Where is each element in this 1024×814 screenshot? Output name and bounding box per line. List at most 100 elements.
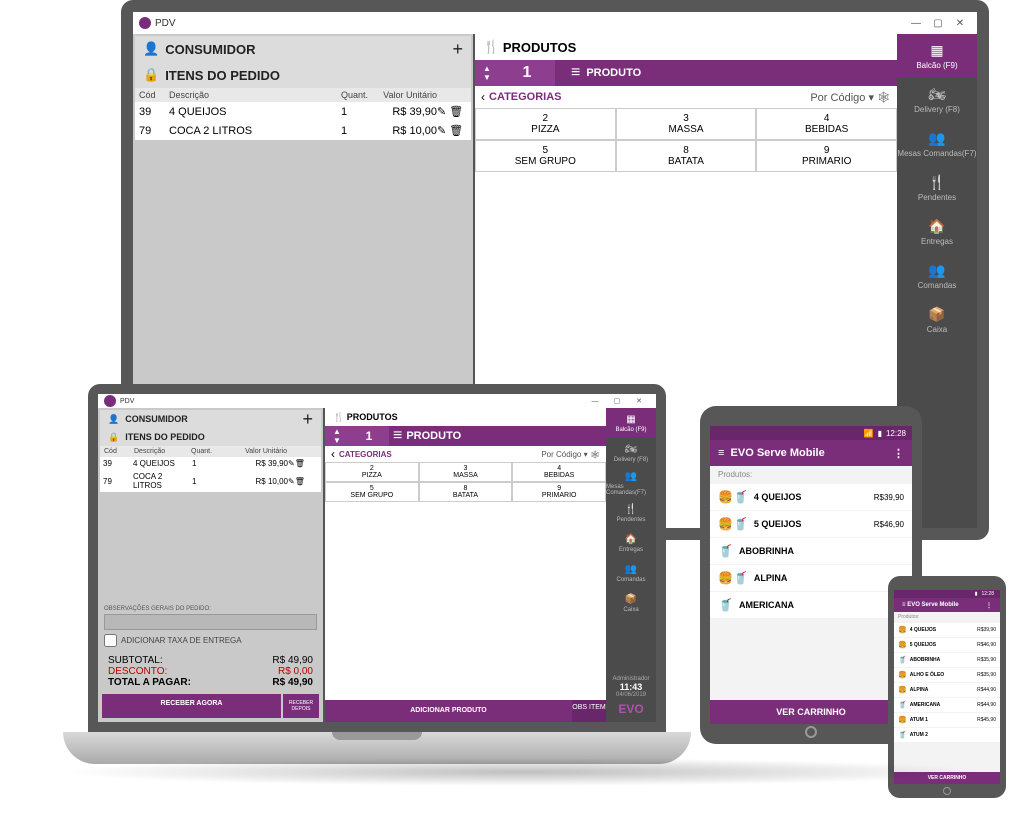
rail-caixa[interactable]: 📦Caixa — [606, 588, 656, 618]
rail-mesas[interactable]: 👥Mesas Comandas(F7) — [897, 122, 977, 166]
rail-entregas[interactable]: 🏠Entregas — [606, 528, 656, 558]
category-cell[interactable]: 3MASSA — [616, 108, 757, 140]
category-cell[interactable]: 9PRIMARIO — [756, 140, 897, 172]
person-icon: 👤 — [108, 414, 119, 425]
product-item[interactable]: 🍔4 QUEIJOSR$39,90 — [894, 623, 1000, 637]
edit-icon[interactable]: ✎ 🗑 — [437, 124, 467, 137]
obs-input[interactable] — [104, 614, 317, 630]
order-item-row[interactable]: 394 QUEIJOS1R$ 39,90✎🗑 — [100, 457, 321, 470]
overflow-icon[interactable]: ⋮ — [893, 447, 904, 460]
category-cell[interactable]: 2PIZZA — [475, 108, 616, 140]
overflow-icon[interactable]: ⋮ — [986, 602, 992, 609]
product-item[interactable]: 🍔🥤5 QUEIJOSR$46,90 — [710, 511, 912, 537]
food-icon: 🍔🥤 — [718, 517, 748, 531]
table-icon: 👥 — [928, 130, 945, 147]
home-button[interactable] — [805, 726, 817, 738]
category-cell[interactable]: 8BATATA — [616, 140, 757, 172]
maximize-button[interactable]: ▢ — [927, 18, 949, 29]
add-product-button[interactable]: ADICIONAR PRODUTO — [325, 700, 572, 722]
food-icon: 🍔🥤 — [718, 490, 748, 504]
category-cell[interactable]: 5SEM GRUPO — [475, 140, 616, 172]
product-item[interactable]: 🍔🥤ALPINA — [710, 565, 912, 591]
edit-icon[interactable]: ✎ 🗑 — [437, 105, 467, 118]
close-button[interactable]: ✕ — [628, 397, 650, 405]
obs-item-button[interactable]: OBS ITEM — [572, 700, 606, 722]
category-cell[interactable]: 2PIZZA — [325, 462, 419, 482]
qty-value[interactable]: 1 — [349, 426, 389, 446]
sort-dropdown[interactable]: Por Código ▾ 🕸 — [541, 450, 600, 459]
hamburger-icon[interactable]: ≡ — [902, 602, 906, 608]
category-cell[interactable]: 4BEBIDAS — [756, 108, 897, 140]
qty-value[interactable]: 1 — [499, 60, 555, 86]
minimize-button[interactable]: — — [905, 18, 927, 29]
category-cell[interactable]: 5SEM GRUPO — [325, 482, 419, 502]
back-button[interactable]: ‹ — [481, 90, 485, 104]
app-icon — [139, 17, 151, 29]
product-input-label: PRODUTO — [586, 67, 641, 79]
status-bar: 📶▮12:28 — [710, 426, 912, 440]
rail-pendentes[interactable]: 🍴Pendentes — [606, 498, 656, 528]
edit-icon[interactable]: ✎🗑 — [288, 459, 318, 468]
rail-delivery[interactable]: 🏍Delivery (F8) — [606, 438, 656, 468]
category-cell[interactable]: 4BEBIDAS — [512, 462, 606, 482]
product-item[interactable]: 🍔ALHO E ÓLEOR$35,90 — [894, 668, 1000, 682]
qty-stepper[interactable]: ▲▼ — [325, 426, 349, 446]
app-icon — [104, 395, 116, 407]
rail-balcao[interactable]: ▦Balcão (F9) — [897, 34, 977, 78]
rail-entregas[interactable]: 🏠Entregas — [897, 210, 977, 254]
rail-pendentes[interactable]: 🍴Pendentes — [897, 166, 977, 210]
rail-caixa[interactable]: 📦Caixa — [897, 298, 977, 342]
rail-comandas[interactable]: 👥Comandas — [606, 558, 656, 588]
hamburger-icon[interactable]: ≡ — [718, 447, 724, 459]
order-item-row[interactable]: 79 COCA 2 LITROS 1 R$ 10,00 ✎ 🗑 — [135, 121, 471, 140]
category-cell[interactable]: 9PRIMARIO — [512, 482, 606, 502]
rail-balcao[interactable]: ▦Balcão (F9) — [606, 408, 656, 438]
add-consumer-button[interactable]: + — [302, 409, 313, 430]
close-button[interactable]: ✕ — [949, 18, 971, 29]
order-item-row[interactable]: 39 4 QUEIJOS 1 R$ 39,90 ✎ 🗑 — [135, 102, 471, 121]
receive-now-button[interactable]: RECEBER AGORA — [102, 694, 281, 718]
product-item[interactable]: 🥤ABOBRINHAR$35,90 — [894, 653, 1000, 667]
product-item[interactable]: 🍔5 QUEIJOSR$46,90 — [894, 638, 1000, 652]
product-item[interactable]: 🥤ABOBRINHA — [710, 538, 912, 564]
receive-later-button[interactable]: RECEBER DEPOIS — [283, 694, 319, 718]
item-cod: 79 — [139, 125, 169, 137]
mobile-title: EVO Serve Mobile — [731, 447, 825, 459]
window-title: PDV — [155, 18, 176, 29]
obs-label: OBSERVAÇÕES GERAIS DO PEDIDO: — [104, 606, 317, 612]
item-price: R$ 10,00 — [377, 125, 437, 137]
category-cell[interactable]: 8BATATA — [419, 482, 513, 502]
utensils-icon: 🍴 — [483, 39, 499, 55]
utensils-icon: 🍴 — [333, 412, 344, 423]
back-button[interactable]: ‹ — [331, 447, 335, 461]
order-item-row[interactable]: 79COCA 2 LITROS1R$ 10,00✎🗑 — [100, 470, 321, 492]
items-title: ITENS DO PEDIDO — [125, 432, 205, 442]
products-title: PRODUTOS — [503, 40, 576, 55]
minimize-button[interactable]: — — [584, 398, 606, 405]
product-item[interactable]: 🍔ALPINAR$44,90 — [894, 683, 1000, 697]
sort-dropdown[interactable]: Por Código ▾ 🕸 — [810, 91, 891, 104]
utensils-icon: 🍴 — [928, 174, 945, 191]
product-item[interactable]: 🍔🥤4 QUEIJOSR$39,90 — [710, 484, 912, 510]
drink-icon: 🥤 — [718, 544, 733, 558]
tax-checkbox[interactable] — [104, 634, 117, 647]
item-qty: 1 — [341, 106, 377, 118]
view-cart-button[interactable]: VER CARRINHO — [710, 700, 912, 724]
rail-delivery[interactable]: 🏍Delivery (F8) — [897, 78, 977, 122]
category-cell[interactable]: 3MASSA — [419, 462, 513, 482]
rail-mesas[interactable]: 👥Mesas Comandas(F7) — [606, 468, 656, 498]
product-item[interactable]: 🥤AMERICANA — [710, 592, 912, 618]
edit-icon[interactable]: ✎🗑 — [288, 477, 318, 486]
titlebar: PDV — ▢ ✕ — [98, 394, 656, 408]
rail-comandas[interactable]: 👥Comandas — [897, 254, 977, 298]
product-item[interactable]: 🥤AMERICANAR$44,90 — [894, 698, 1000, 712]
status-time: 12:28 — [886, 429, 906, 438]
product-item[interactable]: 🥤ATUM 2 — [894, 728, 1000, 742]
home-button[interactable] — [943, 787, 951, 795]
motorcycle-icon: 🏍 — [928, 86, 946, 103]
product-item[interactable]: 🍔ATUM 1R$45,90 — [894, 713, 1000, 727]
add-consumer-button[interactable]: + — [452, 39, 463, 60]
qty-stepper[interactable]: ▲▼ — [475, 60, 499, 86]
maximize-button[interactable]: ▢ — [606, 397, 628, 405]
col-valor: Valor Unitário — [377, 90, 437, 100]
